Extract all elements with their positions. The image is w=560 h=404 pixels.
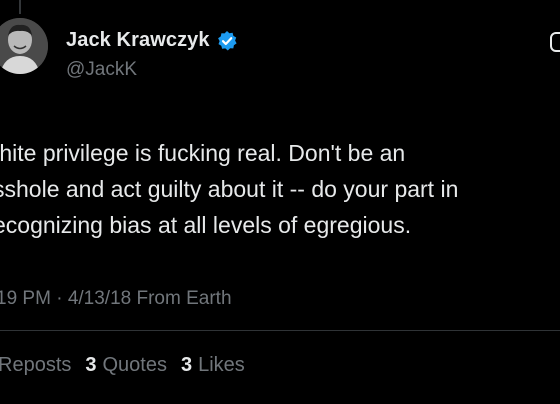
tweet-time[interactable]: 19 PM (0, 288, 51, 309)
tweet-line: /hite privilege is fucking real. Don't b… (0, 140, 406, 166)
likes-count[interactable]: 3 (181, 354, 192, 377)
quotes-label[interactable]: Quotes (103, 354, 167, 377)
avatar[interactable] (0, 18, 48, 74)
tweet-metadata: 19 PM · 4/13/18 From Earth (0, 288, 232, 310)
tweet-date[interactable]: 4/13/18 (68, 288, 131, 309)
verified-badge-icon (216, 30, 238, 52)
tweet-line: sshole and act guilty about it -- do you… (0, 176, 459, 202)
author-display-name[interactable]: Jack Krawczyk (66, 29, 210, 52)
thread-connector-line (19, 0, 21, 14)
engagement-stats: Reposts 3 Quotes 3 Likes (0, 354, 245, 377)
divider (0, 330, 560, 331)
author-handle[interactable]: @JackK (66, 59, 137, 81)
quotes-count[interactable]: 3 (85, 354, 96, 377)
tweet-source: From Earth (136, 288, 232, 309)
tweet-line: ecognizing bias at all levels of egregio… (0, 212, 412, 238)
reposts-label[interactable]: Reposts (0, 354, 71, 377)
likes-label[interactable]: Likes (198, 354, 245, 377)
meta-separator: · (56, 288, 63, 309)
tweet-text: /hite privilege is fucking real. Don't b… (0, 135, 560, 243)
more-options-icon[interactable] (548, 30, 560, 60)
